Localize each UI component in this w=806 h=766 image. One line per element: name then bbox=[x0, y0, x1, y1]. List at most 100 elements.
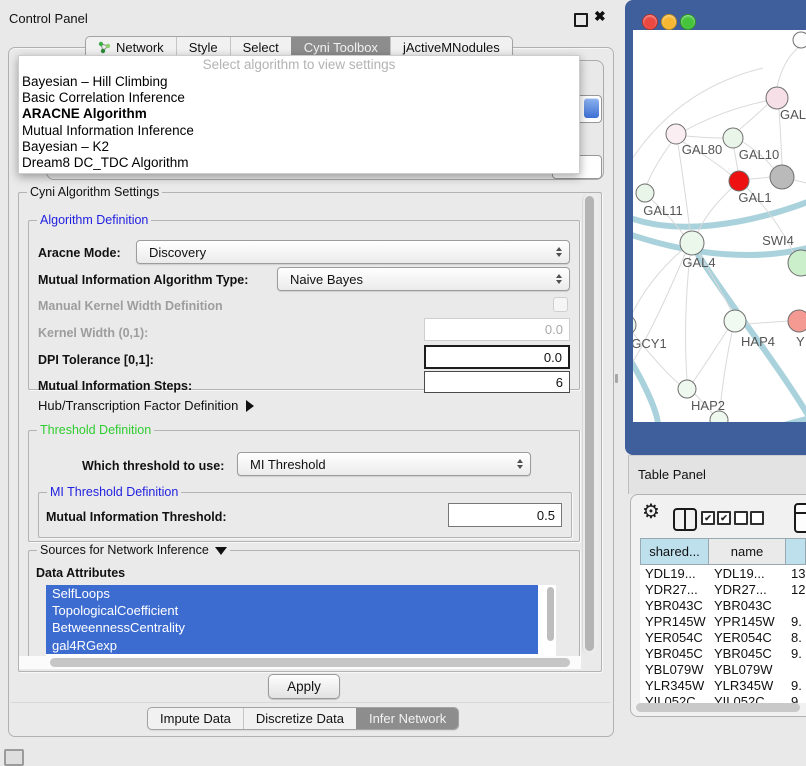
graph-node-gal11[interactable] bbox=[636, 184, 654, 202]
node-label-y: Y bbox=[796, 334, 805, 349]
table-cell: 9. bbox=[786, 614, 806, 629]
column-header-partial[interactable] bbox=[786, 538, 806, 565]
graph-node-y[interactable] bbox=[788, 310, 806, 332]
table-cell: YDL19... bbox=[709, 566, 786, 581]
graph-node-gcy1[interactable] bbox=[633, 315, 636, 335]
deselect-checkbox-icon[interactable] bbox=[750, 511, 764, 525]
node-label-gal: GAL bbox=[780, 107, 806, 122]
bottom-tab-discretize-data[interactable]: Discretize Data bbox=[243, 708, 356, 729]
split-pane-handle[interactable] bbox=[615, 374, 618, 383]
stepper-arrows-icon bbox=[556, 247, 562, 257]
data-attributes-label: Data Attributes bbox=[36, 566, 125, 580]
graph-node-hap4[interactable] bbox=[724, 310, 746, 332]
table-mode-icon[interactable] bbox=[794, 503, 806, 533]
attribute-item-topologicalcoefficient[interactable]: TopologicalCoefficient bbox=[46, 602, 538, 619]
sources-title[interactable]: Sources for Network Inference bbox=[37, 543, 230, 557]
mi-type-select[interactable]: Naive Bayes bbox=[277, 267, 570, 291]
dpi-tolerance-field[interactable]: 0.0 bbox=[424, 345, 570, 369]
algorithm-option-mutual-information-inference[interactable]: Mutual Information Inference bbox=[19, 123, 579, 139]
aracne-mode-select[interactable]: Discovery bbox=[136, 240, 570, 264]
table-cell: 9 bbox=[786, 694, 806, 704]
table-row[interactable]: YDR27...YDR27...12 bbox=[640, 581, 806, 597]
data-attributes-list[interactable]: SelfLoopsTopologicalCoefficientBetweenne… bbox=[46, 585, 556, 656]
zoom-traffic-light-icon[interactable] bbox=[680, 14, 696, 30]
select-all-checkbox-icon[interactable]: ✔ bbox=[701, 511, 715, 525]
column-header-shared[interactable]: shared... bbox=[640, 538, 709, 565]
dropdown-items: Bayesian – Hill ClimbingBasic Correlatio… bbox=[19, 74, 579, 171]
threshold-definition-title: Threshold Definition bbox=[37, 423, 154, 437]
which-threshold-select[interactable]: MI Threshold bbox=[237, 452, 531, 476]
tab-label: Style bbox=[189, 40, 218, 55]
table-row[interactable]: YDL19...YDL19...13 bbox=[640, 565, 806, 581]
algorithm-option-bayesian-k2[interactable]: Bayesian – K2 bbox=[19, 139, 579, 155]
graph-node-gal[interactable] bbox=[766, 87, 788, 109]
expanded-arrow-icon bbox=[215, 547, 227, 555]
table-panel-title: Table Panel bbox=[638, 467, 706, 482]
table-row[interactable]: YBL079WYBL079W bbox=[640, 661, 806, 677]
node-label-gal1: GAL1 bbox=[738, 190, 771, 205]
manual-kernel-checkbox[interactable] bbox=[553, 297, 568, 312]
graph-node-gal1[interactable] bbox=[729, 171, 749, 191]
kernel-width-field[interactable]: 0.0 bbox=[424, 318, 570, 341]
attribute-item-gal4rgexp[interactable]: gal4RGexp bbox=[46, 637, 538, 654]
mi-steps-field[interactable]: 6 bbox=[424, 371, 570, 393]
gear-icon[interactable]: ⚙ bbox=[642, 502, 660, 522]
settings-hscroll-thumb[interactable] bbox=[50, 658, 570, 667]
table-cell: YBR043C bbox=[640, 598, 709, 613]
graph-node[interactable] bbox=[793, 32, 806, 48]
table-cell: 12 bbox=[786, 582, 806, 597]
aracne-mode-label: Aracne Mode: bbox=[38, 246, 121, 260]
table-row[interactable]: YPR145WYPR145W9. bbox=[640, 613, 806, 629]
apply-button[interactable]: Apply bbox=[268, 674, 340, 699]
algorithm-option-dream8-dc-tdc-algorithm[interactable]: Dream8 DC_TDC Algorithm bbox=[19, 155, 579, 171]
node-label-swi4: SWI4 bbox=[762, 233, 794, 248]
hub-definition-toggle[interactable]: Hub/Transcription Factor Definition bbox=[38, 398, 254, 413]
graph-node-gal4[interactable] bbox=[680, 231, 704, 255]
minimize-traffic-light-icon[interactable] bbox=[661, 14, 677, 30]
table-row[interactable]: YER054CYER054C8. bbox=[640, 629, 806, 645]
table-cell: YBR045C bbox=[640, 646, 709, 661]
table-row[interactable]: YBR045CYBR045C9. bbox=[640, 645, 806, 661]
columns-icon[interactable] bbox=[673, 508, 697, 531]
bottom-tab-impute-data[interactable]: Impute Data bbox=[148, 708, 243, 729]
combo-arrow-button bbox=[584, 98, 599, 118]
table-hscroll-thumb[interactable] bbox=[636, 703, 800, 712]
node-label-gcy1: GCY1 bbox=[633, 336, 667, 351]
deselect-checkbox-icon[interactable] bbox=[734, 511, 748, 525]
close-traffic-light-icon[interactable] bbox=[642, 14, 658, 30]
table-row[interactable]: YBR043CYBR043C bbox=[640, 597, 806, 613]
algorithm-option-bayesian-hill-climbing[interactable]: Bayesian – Hill Climbing bbox=[19, 74, 579, 90]
attributes-scrollbar-thumb[interactable] bbox=[547, 587, 554, 641]
manual-kernel-label: Manual Kernel Width Definition bbox=[38, 299, 223, 313]
attribute-item-selfloops[interactable]: SelfLoops bbox=[46, 585, 538, 602]
table-row[interactable]: YIL052CYIL052C9 bbox=[640, 693, 806, 703]
settings-scrollbar-thumb[interactable] bbox=[585, 196, 594, 651]
mi-threshold-field[interactable]: 0.5 bbox=[448, 503, 562, 527]
stepper-arrows-icon bbox=[517, 459, 523, 469]
cyni-mode-tabs: Impute DataDiscretize DataInfer Network bbox=[147, 707, 459, 730]
mi-threshold-title: MI Threshold Definition bbox=[47, 485, 181, 499]
node-label-gal10: GAL10 bbox=[739, 147, 779, 162]
graph-node-hap2[interactable] bbox=[678, 380, 696, 398]
algorithm-option-basic-correlation-inference[interactable]: Basic Correlation Inference bbox=[19, 90, 579, 106]
table-row[interactable]: YLR345WYLR345W9. bbox=[640, 677, 806, 693]
algorithm-option-aracne-algorithm[interactable]: ARACNE Algorithm bbox=[19, 106, 579, 122]
mi-steps-label: Mutual Information Steps: bbox=[38, 379, 192, 393]
table-cell: YIL052C bbox=[640, 694, 709, 704]
table-cell: YBR043C bbox=[709, 598, 786, 613]
network-canvas[interactable]: GALGAL80GAL10GAL1GAL11GAL4SWI4HAP4YGCY1H… bbox=[633, 30, 806, 422]
graph-node-gal80[interactable] bbox=[666, 124, 686, 144]
window-title: Control Panel bbox=[9, 11, 88, 26]
collapsed-panel-icon[interactable] bbox=[4, 749, 24, 766]
graph-node-gal10[interactable] bbox=[723, 128, 743, 148]
attribute-item-betweennesscentrality[interactable]: BetweennessCentrality bbox=[46, 619, 538, 636]
float-window-icon[interactable] bbox=[574, 13, 588, 27]
graph-node[interactable] bbox=[770, 165, 794, 189]
collapsed-arrow-icon bbox=[246, 400, 254, 412]
kernel-width-label: Kernel Width (0,1): bbox=[38, 326, 148, 340]
column-header-name[interactable]: name bbox=[709, 538, 786, 565]
select-all-checkbox-icon[interactable]: ✔ bbox=[717, 511, 731, 525]
close-icon[interactable]: ✖ bbox=[594, 8, 606, 25]
bottom-tab-infer-network[interactable]: Infer Network bbox=[356, 708, 458, 729]
table-cell: 8. bbox=[786, 630, 806, 645]
